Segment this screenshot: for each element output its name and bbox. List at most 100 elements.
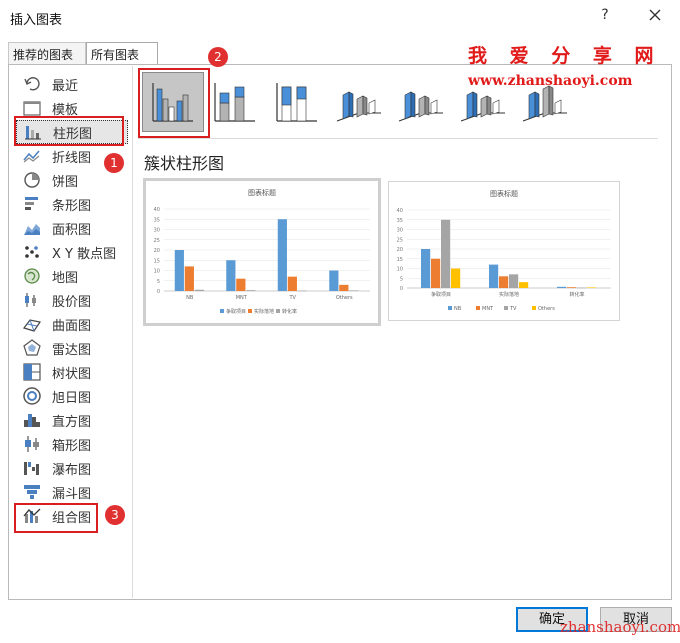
sidebar-item-label: 模板	[52, 102, 79, 118]
y-tick-label: 20	[397, 247, 403, 253]
funnel-chart-icon	[24, 485, 40, 499]
bar	[246, 290, 256, 291]
radar-chart-icon	[23, 339, 41, 356]
tab-all-charts[interactable]: 所有图表	[86, 42, 158, 65]
preview-chart-1: 图表标题 0 5 10 15 20 25 30 35 40 NB MNT TV Others 争取项目 实际落…	[154, 188, 370, 315]
y-tick-label: 5	[400, 276, 403, 282]
step-badge-2: 2	[208, 47, 228, 67]
bar	[174, 250, 184, 291]
tab-recommended-charts[interactable]: 推荐的图表	[8, 42, 86, 64]
legend-swatch	[448, 306, 452, 310]
legend-swatch	[504, 306, 508, 310]
category-label: 实际落地	[499, 291, 519, 298]
sidebar-item-scatter-chart[interactable]: X Y 散点图	[16, 240, 128, 264]
category-label: 争取项目	[431, 291, 451, 298]
step-badge-3: 3	[105, 505, 125, 525]
sidebar-item-surface-chart[interactable]: 曲面图	[16, 312, 128, 336]
y-tick-label: 10	[397, 267, 403, 273]
sidebar-item-label: 箱形图	[52, 438, 92, 454]
bar-chart-icon	[25, 197, 38, 210]
legend-label: Others	[538, 306, 555, 312]
bar	[194, 289, 204, 291]
subtype-stacked-column[interactable]	[204, 72, 266, 132]
3d-stacked-column-icon	[398, 91, 443, 122]
bar	[499, 276, 509, 288]
chart-preview-1[interactable]: 图表标题 0 5 10 15 20 25 30 35 40 NB MNT TV Others 争取项目 实际落…	[143, 178, 381, 326]
sidebar-item-radar-chart[interactable]: 雷达图	[16, 336, 128, 360]
sidebar-item-waterfall-chart[interactable]: 瀑布图	[16, 456, 128, 480]
subtype-3d-100-stacked-column[interactable]	[452, 72, 514, 132]
bar	[567, 287, 577, 288]
legend-label: MNT	[482, 306, 494, 312]
chart-preview-2[interactable]: 图表标题 0 5 10 15 20 25 30 35 40 争取项目 实际落地 转化率 NB MNT TV Ot…	[388, 181, 620, 321]
highlight-column-chart	[14, 116, 124, 146]
sidebar-item-label: 地图	[52, 270, 79, 286]
watermark-title: 我 爱 分 享 网	[468, 45, 662, 67]
y-tick-label: 25	[397, 237, 403, 243]
bar	[557, 286, 567, 288]
subtype-100-stacked-column[interactable]	[266, 72, 328, 132]
category-label: Others	[336, 295, 353, 301]
subtype-divider	[138, 138, 658, 139]
window-title: 插入图表	[10, 13, 63, 28]
bar	[236, 278, 246, 291]
bar	[421, 249, 431, 288]
subtype-clustered-column[interactable]	[142, 72, 204, 132]
y-tick-label: 0	[157, 289, 160, 295]
category-label: 转化率	[569, 291, 584, 298]
help-button[interactable]: ?	[598, 7, 612, 23]
sidebar-divider	[132, 66, 133, 598]
step-badge-1: 1	[104, 153, 124, 173]
bar	[339, 284, 349, 291]
category-label: TV	[289, 295, 297, 301]
histogram-chart-icon	[24, 414, 40, 427]
y-tick-label: 40	[397, 208, 403, 214]
bar	[297, 290, 307, 292]
close-button[interactable]	[644, 4, 666, 26]
sidebar-item-label: 面积图	[52, 222, 92, 238]
stock-chart-icon	[25, 293, 36, 307]
subtype-3d-clustered-column[interactable]	[328, 72, 390, 132]
y-tick-label: 0	[400, 286, 403, 292]
sidebar-item-label: 折线图	[52, 150, 92, 166]
sidebar-item-funnel-chart[interactable]: 漏斗图	[16, 480, 128, 504]
sidebar-item-sunburst-chart[interactable]: 旭日图	[16, 384, 128, 408]
chart-subtype-row	[138, 68, 658, 138]
surface-chart-icon	[23, 319, 41, 332]
sidebar-item-stock-chart[interactable]: 股价图	[16, 288, 128, 312]
y-tick-label: 35	[154, 217, 160, 223]
sidebar-item-label: 最近	[52, 78, 79, 94]
subtype-3d-stacked-column[interactable]	[390, 72, 452, 132]
sidebar-item-histogram-chart[interactable]: 直方图	[16, 408, 128, 432]
pie-chart-icon	[24, 172, 40, 188]
sidebar-item-label: 曲面图	[52, 318, 92, 334]
line-chart-icon	[23, 150, 40, 163]
watermark-footer: zhanshaoyi.com	[560, 618, 680, 636]
sidebar-item-recent[interactable]: 最近	[16, 72, 128, 96]
3d-100-stacked-column-icon	[460, 91, 505, 122]
stacked-column-icon	[214, 83, 255, 122]
y-tick-label: 5	[157, 279, 160, 285]
bar	[489, 264, 499, 288]
sidebar-item-bar-chart[interactable]: 条形图	[16, 192, 128, 216]
sidebar-item-treemap-chart[interactable]: 树状图	[16, 360, 128, 384]
bar	[226, 260, 236, 291]
bar	[349, 290, 359, 291]
title-bar: 插入图表 ?	[0, 0, 680, 34]
bar	[287, 276, 297, 291]
sidebar-item-label: 条形图	[52, 198, 92, 214]
clustered-column-icon	[152, 83, 193, 122]
sidebar-item-box-whisker-chart[interactable]: 箱形图	[16, 432, 128, 456]
sidebar-item-map-chart[interactable]: 地图	[16, 264, 128, 288]
sidebar-item-label: 漏斗图	[52, 486, 92, 502]
chart-title: 图表标题	[248, 188, 276, 197]
y-tick-label: 25	[154, 238, 160, 244]
y-tick-label: 20	[154, 248, 160, 254]
legend-label: 争取项目	[226, 308, 246, 315]
sidebar-item-area-chart[interactable]: 面积图	[16, 216, 128, 240]
selected-subtype-title: 簇状柱形图	[144, 154, 225, 173]
treemap-chart-icon	[23, 363, 41, 381]
subtype-3d-column[interactable]	[514, 72, 576, 132]
sunburst-chart-icon	[23, 387, 41, 405]
bar	[509, 274, 519, 288]
